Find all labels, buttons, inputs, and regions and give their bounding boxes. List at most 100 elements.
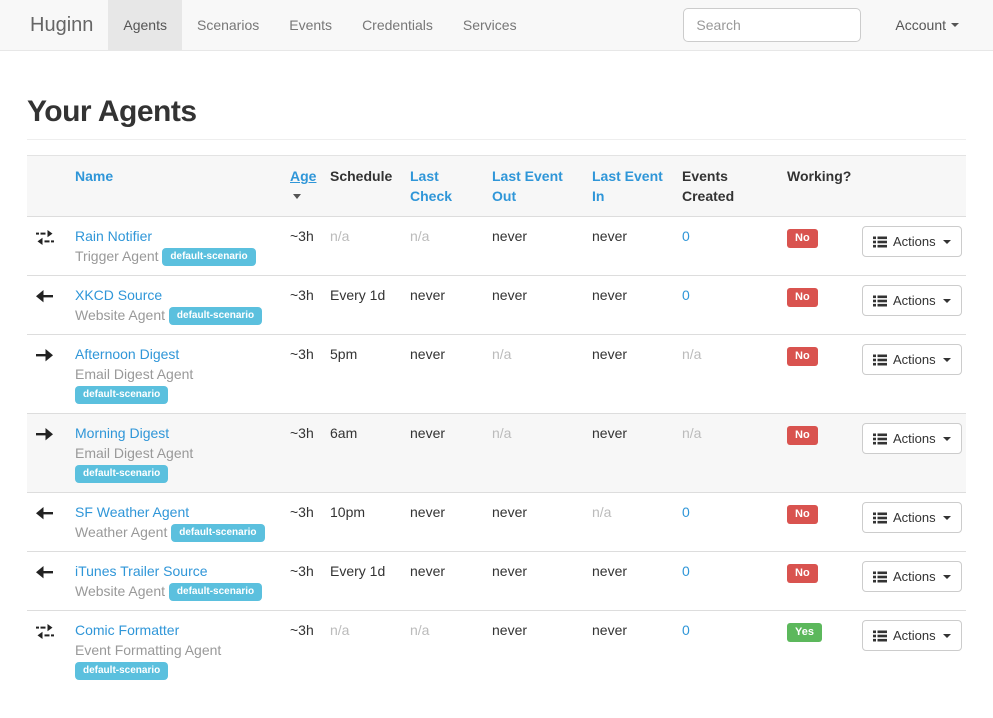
actions-cell: Actions [854,276,966,334]
scenario-badge[interactable]: default-scenario [169,583,262,601]
account-menu[interactable]: Account [895,17,959,33]
age-cell: ~3h [282,493,322,551]
actions-dropdown-button[interactable]: Actions [862,502,962,533]
agent-name-link[interactable]: Comic Formatter [75,622,179,638]
left-arrow-icon [35,565,54,579]
scenario-badge[interactable]: default-scenario [75,386,168,404]
age-cell: ~3h [282,552,322,610]
sort-link-age[interactable]: Age [290,168,316,184]
search-input[interactable] [683,8,861,42]
schedule-cell: Every 1d [322,552,402,610]
agent-type-label: Event Formatting Agent [75,642,221,658]
scenario-badge[interactable]: default-scenario [75,662,168,680]
sort-link-last-event-out[interactable]: Last Event Out [492,168,563,204]
agent-name-link[interactable]: Afternoon Digest [75,346,179,362]
events-created-cell[interactable]: 0 [674,552,779,610]
actions-button-label: Actions [893,569,936,584]
agent-name-cell: XKCD Source Website Agent default-scenar… [67,276,282,334]
age-cell: ~3h [282,335,322,413]
actions-button-label: Actions [893,234,936,249]
list-icon [873,630,887,642]
actions-dropdown-button[interactable]: Actions [862,226,962,257]
events-created-cell[interactable]: 0 [674,611,779,689]
sort-link-last-check[interactable]: Last Check [410,168,452,204]
direction-cell [27,335,67,413]
agent-name-link[interactable]: SF Weather Agent [75,504,189,520]
actions-cell: Actions [854,611,966,689]
events-created-cell[interactable]: 0 [674,276,779,334]
scenario-badge[interactable]: default-scenario [75,465,168,483]
last-event-in-cell: n/a [584,493,674,551]
agent-name-cell: Afternoon Digest Email Digest Agent defa… [67,335,282,413]
agent-type-label: Website Agent [75,583,165,599]
agent-name-link[interactable]: iTunes Trailer Source [75,563,208,579]
scenario-badge[interactable]: default-scenario [169,307,262,325]
header-working: Working? [779,156,854,216]
working-status-badge: No [787,426,818,445]
actions-cell: Actions [854,414,966,492]
agent-type-label: Email Digest Agent [75,445,193,461]
nav-item-scenarios[interactable]: Scenarios [182,0,274,50]
chevron-down-icon [951,23,959,27]
actions-dropdown-button[interactable]: Actions [862,423,962,454]
last-event-out-cell: n/a [484,414,584,492]
list-icon [873,354,887,366]
header-events-created: Events Created [674,156,779,216]
list-icon [873,236,887,248]
actions-dropdown-button[interactable]: Actions [862,344,962,375]
nav-item-events[interactable]: Events [274,0,347,50]
age-cell: ~3h [282,414,322,492]
table-row: Morning Digest Email Digest Agent defaul… [27,414,966,493]
actions-dropdown-button[interactable]: Actions [862,285,962,316]
actions-cell: Actions [854,493,966,551]
last-event-in-cell: never [584,552,674,610]
working-cell: No [779,335,854,413]
agent-name-link[interactable]: Rain Notifier [75,228,152,244]
age-cell: ~3h [282,276,322,334]
events-created-cell[interactable]: 0 [674,493,779,551]
chevron-down-icon [943,299,951,303]
page-title: Your Agents [27,95,966,129]
divider [27,139,966,140]
last-check-cell: n/a [402,217,484,275]
last-event-in-cell: never [584,276,674,334]
agent-name-link[interactable]: XKCD Source [75,287,162,303]
schedule-cell: Every 1d [322,276,402,334]
events-created-cell[interactable]: 0 [674,217,779,275]
sort-link-name[interactable]: Name [75,168,113,184]
actions-dropdown-button[interactable]: Actions [862,561,962,592]
agent-name-link[interactable]: Morning Digest [75,425,169,441]
list-icon [873,512,887,524]
working-cell: No [779,276,854,334]
sort-link-last-event-in[interactable]: Last Event In [592,168,663,204]
last-event-out-cell: never [484,217,584,275]
app-brand[interactable]: Huginn [0,0,108,50]
nav-item-services[interactable]: Services [448,0,532,50]
working-cell: No [779,414,854,492]
actions-dropdown-button[interactable]: Actions [862,620,962,651]
scenario-badge[interactable]: default-scenario [171,524,264,542]
header-name: Name [67,156,282,216]
header-last-check: Last Check [402,156,484,216]
agents-table-rows: Rain Notifier Trigger Agent default-scen… [27,217,966,689]
left-arrow-icon [35,289,54,303]
last-event-out-cell: never [484,552,584,610]
agent-name-cell: Comic Formatter Event Formatting Agent d… [67,611,282,689]
last-event-out-cell: n/a [484,335,584,413]
table-row: Comic Formatter Event Formatting Agent d… [27,611,966,689]
header-icon-spacer [27,156,67,216]
last-event-in-cell: never [584,217,674,275]
scenario-badge[interactable]: default-scenario [162,248,255,266]
left-arrow-icon [35,506,54,520]
nav-item-agents[interactable]: Agents [108,0,182,50]
nav-item-credentials[interactable]: Credentials [347,0,448,50]
actions-cell: Actions [854,552,966,610]
last-event-out-cell: never [484,611,584,689]
actions-button-label: Actions [893,352,936,367]
working-status-badge: Yes [787,623,822,642]
list-icon [873,433,887,445]
events-created-cell: n/a [674,414,779,492]
chevron-down-icon [943,437,951,441]
agent-name-cell: Rain Notifier Trigger Agent default-scen… [67,217,282,275]
last-event-in-cell: never [584,611,674,689]
